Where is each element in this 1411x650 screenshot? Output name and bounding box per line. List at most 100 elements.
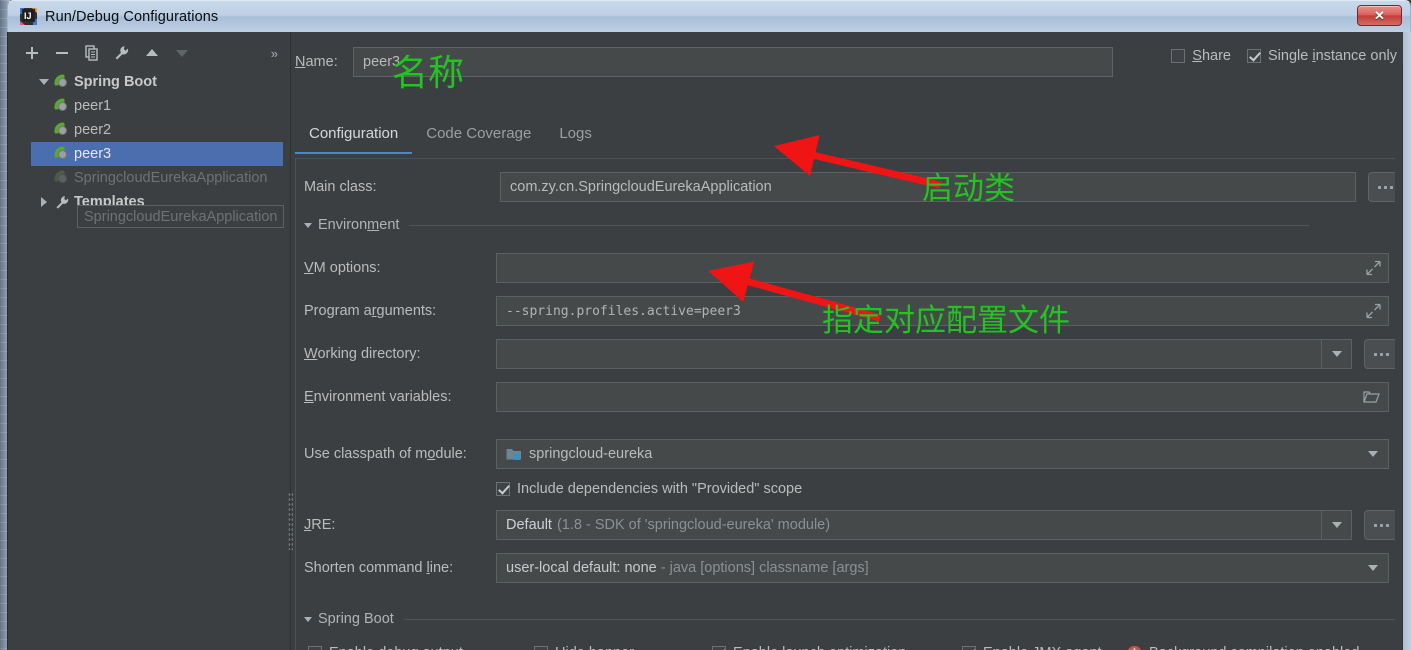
chevron-down-icon <box>304 222 312 228</box>
main-class-value: com.zy.cn.SpringcloudEurekaApplication <box>510 179 772 195</box>
run-debug-configurations-window: IJ Run/Debug Configurations ✕ » Spring B… <box>0 0 1411 650</box>
tree-item-peer2[interactable]: peer2 <box>31 118 283 142</box>
shorten-command-line-label: Shorten command line: <box>304 560 454 576</box>
configuration-editor-panel: Name: peer3 Share Single instance only C… <box>295 32 1411 650</box>
include-provided-scope-checkbox[interactable]: Include dependencies with "Provided" sco… <box>496 481 802 497</box>
chevron-down-icon[interactable] <box>35 79 53 85</box>
spring-leaf-icon <box>53 74 73 90</box>
jre-select[interactable]: Default (1.8 - SDK of 'springcloud-eurek… <box>496 510 1352 540</box>
tree-item-label: Spring Boot <box>74 74 157 90</box>
editor-tabs: Configuration Code Coverage Logs <box>295 124 1405 158</box>
group-separator-line <box>409 224 1310 226</box>
module-value-wrap: springcloud-eureka <box>497 446 1358 462</box>
chevron-right-icon[interactable] <box>35 197 53 207</box>
tree-item-label: peer2 <box>74 122 112 138</box>
shorten-value-main: user-local default: none <box>506 560 657 576</box>
include-provided-scope-row: Include dependencies with "Provided" sco… <box>496 474 802 504</box>
tree-item-peer3[interactable]: peer3 <box>31 142 283 166</box>
single-instance-only-checkbox[interactable]: Single instance only <box>1247 48 1397 64</box>
jre-row: JRE: Default (1.8 - SDK of 'springcloud-… <box>304 510 1398 540</box>
share-checkbox[interactable]: Share <box>1171 48 1231 64</box>
enable-launch-optimization-label: Enable launch optimization <box>733 645 906 650</box>
checkbox-box <box>1171 49 1186 63</box>
enable-jmx-agent-checkbox[interactable]: Enable JMX agent <box>962 645 1127 650</box>
tab-configuration[interactable]: Configuration <box>295 124 413 154</box>
jre-value-sub: (1.8 - SDK of 'springcloud-eureka' modul… <box>556 517 831 533</box>
copy-configuration-button[interactable] <box>77 40 107 66</box>
folder-icon[interactable] <box>1363 390 1380 404</box>
tree-item-peer1[interactable]: peer1 <box>31 94 283 118</box>
module-dropdown-button[interactable] <box>1358 440 1388 468</box>
add-configuration-button[interactable] <box>17 40 47 66</box>
working-directory-row: Working directory: <box>304 339 1398 369</box>
tree-item-springcloud-eureka-application[interactable]: SpringcloudEurekaApplication <box>31 166 283 190</box>
hide-banner-label: Hide banner <box>555 645 634 650</box>
checkbox-box <box>1247 49 1261 63</box>
window-title: Run/Debug Configurations <box>45 8 219 25</box>
shorten-value-sub: - java [options] classname [args] <box>660 560 869 576</box>
use-classpath-of-module-select[interactable]: springcloud-eureka <box>496 439 1389 469</box>
expand-editor-icon[interactable] <box>1366 303 1381 319</box>
move-down-button[interactable] <box>167 40 197 66</box>
svg-text:IJ: IJ <box>24 11 32 21</box>
close-button[interactable]: ✕ <box>1357 5 1402 26</box>
arrow-down-icon <box>176 50 188 57</box>
title-bar: IJ Run/Debug Configurations ✕ <box>7 0 1411 32</box>
tab-code-coverage[interactable]: Code Coverage <box>412 124 545 154</box>
main-class-label: Main class: <box>304 179 377 195</box>
enable-debug-output-label: Enable debug output <box>329 645 463 650</box>
edit-templates-button[interactable] <box>107 40 137 66</box>
tree-item-label: SpringcloudEurekaApplication <box>74 170 268 186</box>
single-instance-only-label: Single instance only <box>1268 48 1397 64</box>
module-value: springcloud-eureka <box>529 446 653 462</box>
checkbox-box <box>496 482 510 496</box>
jre-browse-button[interactable] <box>1364 510 1398 540</box>
tree-item-spring-boot[interactable]: Spring Boot <box>31 70 283 94</box>
shorten-value-wrap: user-local default: none - java [options… <box>497 560 1358 576</box>
background-compilation-status[interactable]: ! Background compilation enabled <box>1127 645 1359 650</box>
checkbox-box <box>534 646 548 650</box>
tree-item-label: peer3 <box>74 146 112 162</box>
enable-debug-output-checkbox[interactable]: Enable debug output <box>308 645 534 650</box>
warning-icon: ! <box>1127 645 1142 650</box>
spring-boot-group-header[interactable]: Spring Boot <box>304 611 1399 627</box>
jre-value-main: Default <box>506 517 552 533</box>
close-icon: ✕ <box>1374 8 1385 23</box>
program-arguments-input[interactable]: --spring.profiles.active=peer3 <box>496 296 1389 326</box>
jre-dropdown-button[interactable] <box>1321 511 1351 539</box>
working-directory-browse-button[interactable] <box>1364 339 1398 369</box>
group-separator-line <box>403 618 1399 620</box>
checkbox-box <box>962 646 976 650</box>
program-arguments-label: Program arguments: <box>304 303 437 319</box>
tab-logs[interactable]: Logs <box>545 124 606 154</box>
hide-banner-checkbox[interactable]: Hide banner <box>534 645 712 650</box>
environment-group-header[interactable]: Environment <box>304 217 1394 233</box>
environment-variables-input[interactable] <box>496 382 1389 412</box>
name-input[interactable]: peer3 <box>353 47 1113 77</box>
configurations-left-panel: » Spring Boot peer1 peer2 peer3 Springcl… <box>17 32 285 650</box>
working-directory-input[interactable] <box>496 339 1352 369</box>
vm-options-label: VM options: <box>304 260 381 276</box>
remove-configuration-button[interactable] <box>47 40 77 66</box>
main-class-input[interactable]: com.zy.cn.SpringcloudEurekaApplication <box>500 172 1356 202</box>
configuration-tab-content: Main class: com.zy.cn.SpringcloudEurekaA… <box>295 158 1405 650</box>
program-arguments-value: --spring.profiles.active=peer3 <box>506 303 741 319</box>
panel-splitter[interactable] <box>285 32 295 650</box>
spring-leaf-icon <box>53 98 73 114</box>
vm-options-input[interactable] <box>496 253 1389 283</box>
checkbox-box <box>308 646 322 650</box>
dialog-left-edge <box>8 32 17 650</box>
splitter-grip[interactable] <box>288 492 293 550</box>
module-folder-icon <box>506 447 522 461</box>
toolbar-overflow-button[interactable]: » <box>271 46 285 61</box>
expand-editor-icon[interactable] <box>1366 260 1381 276</box>
vm-options-row: VM options: <box>304 253 1389 283</box>
working-directory-dropdown-button[interactable] <box>1321 340 1351 368</box>
splitter-line <box>290 32 291 650</box>
shorten-dropdown-button[interactable] <box>1358 554 1388 582</box>
wrench-icon <box>53 194 73 210</box>
checkbox-box <box>712 646 726 650</box>
enable-launch-optimization-checkbox[interactable]: Enable launch optimization <box>712 645 962 650</box>
move-up-button[interactable] <box>137 40 167 66</box>
shorten-command-line-select[interactable]: user-local default: none - java [options… <box>496 553 1389 583</box>
